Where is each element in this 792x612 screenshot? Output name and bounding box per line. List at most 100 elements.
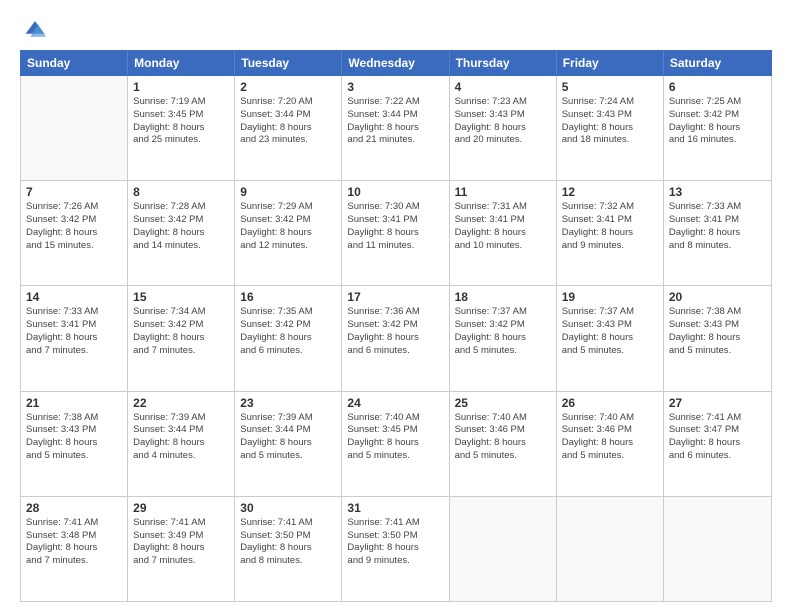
day-number: 23	[240, 396, 336, 410]
calendar-cell: 19 Sunrise: 7:37 AM Sunset: 3:43 PM Dayli…	[557, 286, 664, 390]
day-info: Sunrise: 7:34 AM Sunset: 3:42 PM Dayligh…	[133, 306, 229, 357]
calendar-cell: 16 Sunrise: 7:35 AM Sunset: 3:42 PM Dayli…	[235, 286, 342, 390]
day-info: Sunrise: 7:39 AM Sunset: 3:44 PM Dayligh…	[133, 412, 229, 463]
calendar-cell: 31Sunrise: 7:41 AM Sunset: 3:50 PM Dayli…	[342, 497, 449, 601]
header-day-friday: Friday	[557, 51, 664, 75]
day-info: Sunrise: 7:29 AM Sunset: 3:42 PM Dayligh…	[240, 201, 336, 252]
day-info: Sunrise: 7:23 AM Sunset: 3:43 PM Dayligh…	[455, 96, 551, 147]
calendar-cell: 26 Sunrise: 7:40 AM Sunset: 3:46 PM Dayli…	[557, 392, 664, 496]
logo	[20, 18, 46, 40]
calendar-row-4: 21 Sunrise: 7:38 AM Sunset: 3:43 PM Dayli…	[21, 392, 771, 497]
calendar: SundayMondayTuesdayWednesdayThursdayFrid…	[20, 50, 772, 602]
day-number: 5	[562, 80, 658, 94]
day-number: 16	[240, 290, 336, 304]
day-info: Sunrise: 7:24 AM Sunset: 3:43 PM Dayligh…	[562, 96, 658, 147]
day-number: 26	[562, 396, 658, 410]
day-number: 24	[347, 396, 443, 410]
day-info: Sunrise: 7:33 AM Sunset: 3:41 PM Dayligh…	[669, 201, 766, 252]
calendar-cell: 14Sunrise: 7:33 AM Sunset: 3:41 PM Dayli…	[21, 286, 128, 390]
calendar-row-2: 7 Sunrise: 7:26 AM Sunset: 3:42 PM Daylig…	[21, 181, 771, 286]
header-day-thursday: Thursday	[450, 51, 557, 75]
day-info: Sunrise: 7:36 AM Sunset: 3:42 PM Dayligh…	[347, 306, 443, 357]
day-number: 18	[455, 290, 551, 304]
calendar-cell: 11Sunrise: 7:31 AM Sunset: 3:41 PM Dayli…	[450, 181, 557, 285]
calendar-cell: 18Sunrise: 7:37 AM Sunset: 3:42 PM Dayli…	[450, 286, 557, 390]
calendar-cell: 9 Sunrise: 7:29 AM Sunset: 3:42 PM Daylig…	[235, 181, 342, 285]
calendar-cell: 12Sunrise: 7:32 AM Sunset: 3:41 PM Dayli…	[557, 181, 664, 285]
day-number: 1	[133, 80, 229, 94]
calendar-header: SundayMondayTuesdayWednesdayThursdayFrid…	[20, 50, 772, 76]
day-number: 2	[240, 80, 336, 94]
day-info: Sunrise: 7:38 AM Sunset: 3:43 PM Dayligh…	[669, 306, 766, 357]
day-info: Sunrise: 7:40 AM Sunset: 3:46 PM Dayligh…	[455, 412, 551, 463]
calendar-cell: 20 Sunrise: 7:38 AM Sunset: 3:43 PM Dayli…	[664, 286, 771, 390]
calendar-cell	[450, 497, 557, 601]
calendar-row-5: 28Sunrise: 7:41 AM Sunset: 3:48 PM Dayli…	[21, 497, 771, 601]
day-info: Sunrise: 7:22 AM Sunset: 3:44 PM Dayligh…	[347, 96, 443, 147]
day-number: 10	[347, 185, 443, 199]
day-number: 3	[347, 80, 443, 94]
day-info: Sunrise: 7:40 AM Sunset: 3:46 PM Dayligh…	[562, 412, 658, 463]
day-number: 22	[133, 396, 229, 410]
day-number: 4	[455, 80, 551, 94]
calendar-cell: 23 Sunrise: 7:39 AM Sunset: 3:44 PM Dayli…	[235, 392, 342, 496]
day-number: 12	[562, 185, 658, 199]
calendar-cell: 13 Sunrise: 7:33 AM Sunset: 3:41 PM Dayli…	[664, 181, 771, 285]
day-info: Sunrise: 7:41 AM Sunset: 3:49 PM Dayligh…	[133, 517, 229, 568]
calendar-body: 1 Sunrise: 7:19 AM Sunset: 3:45 PM Daylig…	[20, 76, 772, 602]
day-info: Sunrise: 7:26 AM Sunset: 3:42 PM Dayligh…	[26, 201, 122, 252]
calendar-cell: 24 Sunrise: 7:40 AM Sunset: 3:45 PM Dayli…	[342, 392, 449, 496]
calendar-cell: 17 Sunrise: 7:36 AM Sunset: 3:42 PM Dayli…	[342, 286, 449, 390]
day-number: 15	[133, 290, 229, 304]
day-number: 9	[240, 185, 336, 199]
day-info: Sunrise: 7:41 AM Sunset: 3:50 PM Dayligh…	[240, 517, 336, 568]
day-number: 21	[26, 396, 122, 410]
day-info: Sunrise: 7:28 AM Sunset: 3:42 PM Dayligh…	[133, 201, 229, 252]
header-day-saturday: Saturday	[664, 51, 771, 75]
day-number: 25	[455, 396, 551, 410]
header-day-wednesday: Wednesday	[342, 51, 449, 75]
day-number: 11	[455, 185, 551, 199]
calendar-cell: 6 Sunrise: 7:25 AM Sunset: 3:42 PM Daylig…	[664, 76, 771, 180]
calendar-cell: 27 Sunrise: 7:41 AM Sunset: 3:47 PM Dayli…	[664, 392, 771, 496]
day-number: 14	[26, 290, 122, 304]
calendar-cell: 4 Sunrise: 7:23 AM Sunset: 3:43 PM Daylig…	[450, 76, 557, 180]
calendar-cell: 5 Sunrise: 7:24 AM Sunset: 3:43 PM Daylig…	[557, 76, 664, 180]
logo-icon	[24, 18, 46, 40]
day-number: 6	[669, 80, 766, 94]
day-info: Sunrise: 7:41 AM Sunset: 3:48 PM Dayligh…	[26, 517, 122, 568]
day-number: 19	[562, 290, 658, 304]
header-day-monday: Monday	[128, 51, 235, 75]
calendar-row-1: 1 Sunrise: 7:19 AM Sunset: 3:45 PM Daylig…	[21, 76, 771, 181]
day-number: 27	[669, 396, 766, 410]
calendar-cell: 21 Sunrise: 7:38 AM Sunset: 3:43 PM Dayli…	[21, 392, 128, 496]
day-info: Sunrise: 7:25 AM Sunset: 3:42 PM Dayligh…	[669, 96, 766, 147]
calendar-cell: 25 Sunrise: 7:40 AM Sunset: 3:46 PM Dayli…	[450, 392, 557, 496]
day-info: Sunrise: 7:41 AM Sunset: 3:47 PM Dayligh…	[669, 412, 766, 463]
day-info: Sunrise: 7:39 AM Sunset: 3:44 PM Dayligh…	[240, 412, 336, 463]
day-number: 7	[26, 185, 122, 199]
day-number: 13	[669, 185, 766, 199]
day-info: Sunrise: 7:35 AM Sunset: 3:42 PM Dayligh…	[240, 306, 336, 357]
calendar-cell: 8 Sunrise: 7:28 AM Sunset: 3:42 PM Daylig…	[128, 181, 235, 285]
day-info: Sunrise: 7:38 AM Sunset: 3:43 PM Dayligh…	[26, 412, 122, 463]
day-info: Sunrise: 7:19 AM Sunset: 3:45 PM Dayligh…	[133, 96, 229, 147]
calendar-cell: 22 Sunrise: 7:39 AM Sunset: 3:44 PM Dayli…	[128, 392, 235, 496]
calendar-cell: 10Sunrise: 7:30 AM Sunset: 3:41 PM Dayli…	[342, 181, 449, 285]
day-number: 29	[133, 501, 229, 515]
calendar-cell: 1 Sunrise: 7:19 AM Sunset: 3:45 PM Daylig…	[128, 76, 235, 180]
day-info: Sunrise: 7:40 AM Sunset: 3:45 PM Dayligh…	[347, 412, 443, 463]
header	[20, 18, 772, 40]
calendar-cell: 15 Sunrise: 7:34 AM Sunset: 3:42 PM Dayli…	[128, 286, 235, 390]
calendar-cell	[557, 497, 664, 601]
day-info: Sunrise: 7:37 AM Sunset: 3:43 PM Dayligh…	[562, 306, 658, 357]
header-day-sunday: Sunday	[21, 51, 128, 75]
calendar-row-3: 14Sunrise: 7:33 AM Sunset: 3:41 PM Dayli…	[21, 286, 771, 391]
calendar-cell: 29 Sunrise: 7:41 AM Sunset: 3:49 PM Dayli…	[128, 497, 235, 601]
calendar-cell: 2Sunrise: 7:20 AM Sunset: 3:44 PM Daylig…	[235, 76, 342, 180]
day-number: 20	[669, 290, 766, 304]
page: SundayMondayTuesdayWednesdayThursdayFrid…	[0, 0, 792, 612]
calendar-cell: 7 Sunrise: 7:26 AM Sunset: 3:42 PM Daylig…	[21, 181, 128, 285]
day-number: 17	[347, 290, 443, 304]
day-number: 8	[133, 185, 229, 199]
